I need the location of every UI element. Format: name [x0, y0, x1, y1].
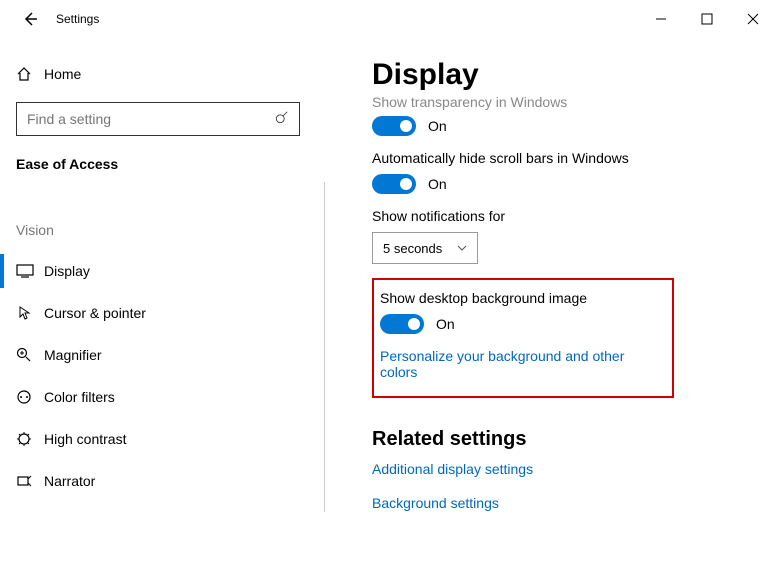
sidebar-item-color-filters[interactable]: Color filters	[0, 376, 324, 418]
sidebar-item-display[interactable]: Display	[0, 250, 324, 292]
sidebar: Home Ease of Access Vision Display Curso…	[0, 38, 324, 566]
sidebar-item-cursor[interactable]: Cursor & pointer	[0, 292, 324, 334]
window-title: Settings	[56, 12, 99, 26]
home-button[interactable]: Home	[0, 58, 324, 90]
minimize-icon	[655, 13, 667, 25]
color-filters-icon	[16, 389, 44, 405]
notifications-label: Show notifications for	[372, 208, 746, 224]
search-icon	[275, 110, 289, 129]
home-icon	[16, 66, 44, 82]
highlight-box: Show desktop background image On Persona…	[372, 278, 674, 398]
close-icon	[747, 13, 759, 25]
background-settings-link[interactable]: Background settings	[372, 495, 499, 511]
cursor-icon	[16, 305, 44, 321]
narrator-icon	[16, 473, 44, 489]
scrollbars-state: On	[428, 176, 447, 192]
search-input[interactable]	[16, 102, 300, 136]
additional-display-link[interactable]: Additional display settings	[372, 461, 533, 477]
high-contrast-icon	[16, 431, 44, 447]
transparency-state: On	[428, 118, 447, 134]
sidebar-item-magnifier[interactable]: Magnifier	[0, 334, 324, 376]
content-panel: Display Show transparency in Windows On …	[324, 38, 776, 566]
search-field[interactable]	[27, 111, 275, 127]
arrow-left-icon	[22, 11, 38, 27]
window-controls	[638, 0, 776, 38]
minimize-button[interactable]	[638, 0, 684, 38]
sidebar-item-label: Display	[44, 263, 90, 279]
desktop-bg-state: On	[436, 316, 455, 332]
titlebar: Settings	[0, 0, 776, 38]
chevron-down-icon	[457, 245, 467, 251]
transparency-toggle[interactable]	[372, 116, 416, 136]
back-button[interactable]	[14, 11, 46, 27]
sidebar-item-high-contrast[interactable]: High contrast	[0, 418, 324, 460]
sidebar-item-label: Narrator	[44, 473, 95, 489]
transparency-label: Show transparency in Windows	[372, 94, 746, 110]
home-label: Home	[44, 66, 81, 82]
scrollbars-label: Automatically hide scroll bars in Window…	[372, 150, 746, 166]
scrollbars-toggle[interactable]	[372, 174, 416, 194]
personalize-link[interactable]: Personalize your background and other co…	[380, 348, 658, 380]
notifications-value: 5 seconds	[383, 241, 442, 256]
sidebar-item-label: Magnifier	[44, 347, 102, 363]
sidebar-item-label: Cursor & pointer	[44, 305, 146, 321]
close-button[interactable]	[730, 0, 776, 38]
page-title: Display	[372, 58, 746, 92]
maximize-icon	[701, 13, 713, 25]
related-settings-title: Related settings	[372, 428, 746, 451]
magnifier-icon	[16, 347, 44, 363]
group-label-vision: Vision	[0, 190, 324, 250]
maximize-button[interactable]	[684, 0, 730, 38]
desktop-bg-toggle[interactable]	[380, 314, 424, 334]
category-title: Ease of Access	[0, 152, 324, 190]
notifications-dropdown[interactable]: 5 seconds	[372, 232, 478, 264]
desktop-bg-label: Show desktop background image	[380, 290, 658, 306]
display-icon	[16, 264, 44, 278]
sidebar-item-narrator[interactable]: Narrator	[0, 460, 324, 502]
sidebar-item-label: Color filters	[44, 389, 115, 405]
sidebar-item-label: High contrast	[44, 431, 126, 447]
